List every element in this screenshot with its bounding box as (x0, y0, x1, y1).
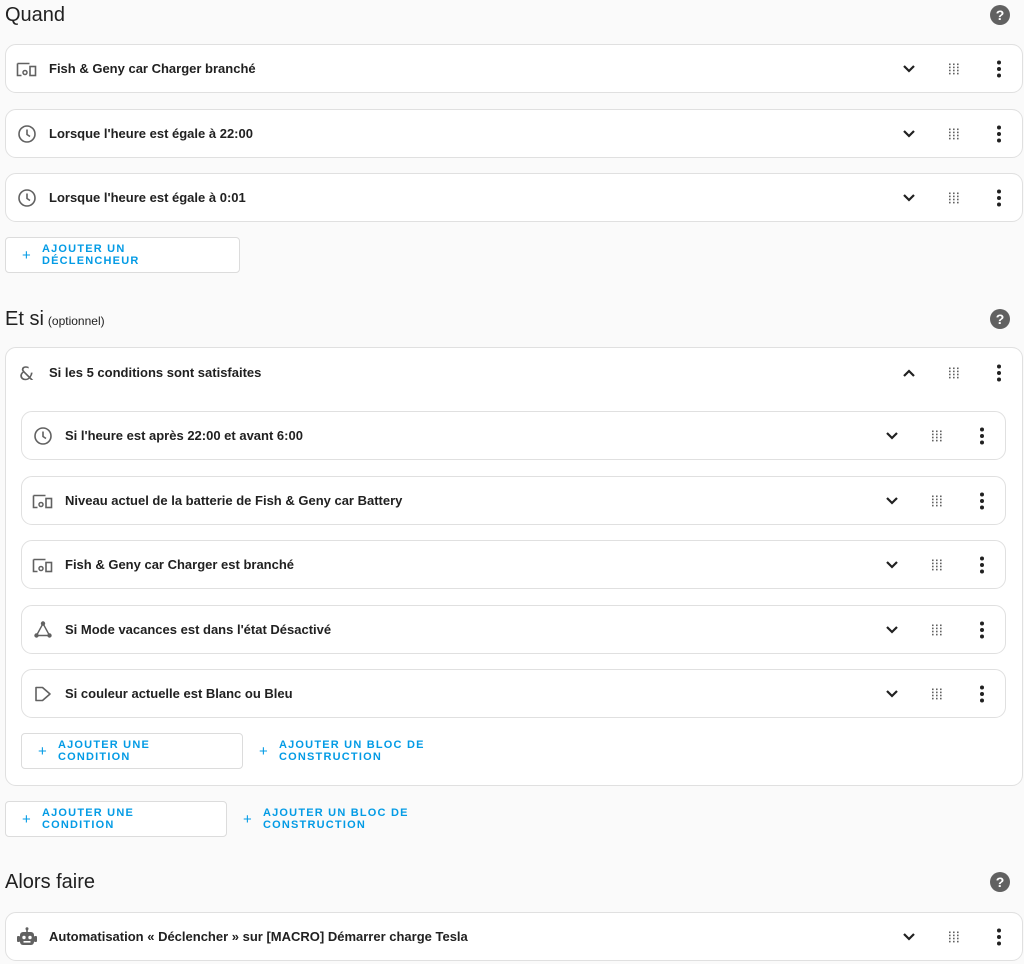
expand-chevron-icon[interactable] (894, 119, 924, 149)
condition-row[interactable]: Si Mode vacances est dans l'état Désacti… (21, 605, 1006, 654)
drag-handle-icon[interactable] (922, 550, 952, 580)
expand-chevron-icon[interactable] (877, 615, 907, 645)
drag-handle-icon[interactable] (922, 679, 952, 709)
drag-handle-icon[interactable] (939, 54, 969, 84)
device-icon (16, 58, 38, 80)
condition-row[interactable]: Si l'heure est après 22:00 et avant 6:00 (21, 411, 1006, 460)
optional-hint: (optionnel) (47, 313, 105, 328)
drag-handle-icon[interactable] (922, 486, 952, 516)
robot-icon (16, 926, 38, 948)
device-icon (32, 490, 54, 512)
condition-label: Niveau actuel de la batterie de Fish & G… (65, 493, 403, 508)
more-menu-icon[interactable] (967, 486, 997, 516)
add-nested-block-button[interactable]: + AJOUTER UN BLOC DE CONSTRUCTION (243, 733, 547, 769)
plus-icon: + (22, 810, 32, 828)
trigger-label: Lorsque l'heure est égale à 22:00 (49, 126, 253, 141)
condition-group-label: Si les 5 conditions sont satisfaites (49, 365, 262, 380)
conditions-title: Et si (optionnel) (5, 308, 105, 331)
more-menu-icon[interactable] (967, 679, 997, 709)
drag-handle-icon[interactable] (939, 183, 969, 213)
add-nested-condition-button[interactable]: + AJOUTER UNE CONDITION (21, 733, 243, 769)
add-trigger-label: AJOUTER UN DÉCLENCHEUR (41, 243, 140, 267)
triggers-header: Quand ? (5, 0, 1010, 30)
more-menu-icon[interactable] (967, 550, 997, 580)
plus-icon: + (243, 810, 253, 828)
condition-row[interactable]: Niveau actuel de la batterie de Fish & G… (21, 476, 1006, 525)
collapse-chevron-icon[interactable] (894, 358, 924, 388)
more-menu-icon[interactable] (984, 183, 1014, 213)
action-label: Automatisation « Déclencher » sur [MACRO… (49, 929, 468, 944)
plus-icon: + (259, 742, 269, 760)
more-menu-icon[interactable] (967, 421, 997, 451)
add-condition-label: AJOUTER UNE CONDITION (41, 807, 135, 831)
condition-label: Fish & Geny car Charger est branché (65, 557, 295, 572)
help-icon[interactable]: ? (990, 5, 1010, 25)
more-menu-icon[interactable] (984, 54, 1014, 84)
add-condition-button[interactable]: + AJOUTER UNE CONDITION (5, 801, 227, 837)
trigger-row[interactable]: Lorsque l'heure est égale à 0:01 (5, 173, 1023, 222)
plus-icon: + (38, 742, 48, 760)
state-icon (32, 619, 54, 641)
more-menu-icon[interactable] (984, 358, 1014, 388)
add-block-button[interactable]: + AJOUTER UN BLOC DE CONSTRUCTION (227, 801, 531, 837)
actions-header: Alors faire ? (5, 867, 1010, 897)
device-icon (32, 554, 54, 576)
condition-row[interactable]: Fish & Geny car Charger est branché (21, 540, 1006, 589)
expand-chevron-icon[interactable] (877, 679, 907, 709)
expand-chevron-icon[interactable] (894, 54, 924, 84)
drag-handle-icon[interactable] (922, 421, 952, 451)
condition-label: Si Mode vacances est dans l'état Désacti… (65, 622, 332, 637)
expand-chevron-icon[interactable] (877, 550, 907, 580)
add-nested-condition-label: AJOUTER UNE CONDITION (57, 739, 151, 763)
expand-chevron-icon[interactable] (894, 183, 924, 213)
condition-label: Si couleur actuelle est Blanc ou Bleu (65, 686, 293, 701)
condition-group-header[interactable]: & Si les 5 conditions sont satisfaites (6, 348, 1022, 397)
expand-chevron-icon[interactable] (877, 486, 907, 516)
more-menu-icon[interactable] (967, 615, 997, 645)
action-row[interactable]: Automatisation « Déclencher » sur [MACRO… (5, 912, 1023, 961)
trigger-row[interactable]: Lorsque l'heure est égale à 22:00 (5, 109, 1023, 158)
drag-handle-icon[interactable] (922, 615, 952, 645)
plus-icon: + (22, 246, 32, 264)
add-nested-block-label: AJOUTER UN BLOC DE CONSTRUCTION (278, 739, 425, 763)
trigger-label: Fish & Geny car Charger branché (49, 61, 256, 76)
conditions-header: Et si (optionnel) ? (5, 304, 1010, 334)
clock-icon (16, 123, 38, 145)
more-menu-icon[interactable] (984, 119, 1014, 149)
conditions-title-text: Et si (5, 307, 44, 330)
add-trigger-button[interactable]: + AJOUTER UN DÉCLENCHEUR (5, 237, 240, 273)
clock-icon (32, 425, 54, 447)
drag-handle-icon[interactable] (939, 119, 969, 149)
expand-chevron-icon[interactable] (894, 922, 924, 952)
expand-chevron-icon[interactable] (877, 421, 907, 451)
drag-handle-icon[interactable] (939, 358, 969, 388)
help-icon[interactable]: ? (990, 309, 1010, 329)
add-block-label: AJOUTER UN BLOC DE CONSTRUCTION (262, 807, 409, 831)
svg-text:&: & (19, 363, 34, 383)
drag-handle-icon[interactable] (939, 922, 969, 952)
more-menu-icon[interactable] (984, 922, 1014, 952)
help-icon[interactable]: ? (990, 872, 1010, 892)
template-icon (32, 683, 54, 705)
ampersand-icon: & (16, 362, 38, 384)
trigger-row[interactable]: Fish & Geny car Charger branché (5, 44, 1023, 93)
trigger-label: Lorsque l'heure est égale à 0:01 (49, 190, 246, 205)
condition-row[interactable]: Si couleur actuelle est Blanc ou Bleu (21, 669, 1006, 718)
actions-title: Alors faire (5, 870, 96, 893)
triggers-title: Quand (5, 3, 66, 26)
clock-icon (16, 187, 38, 209)
condition-label: Si l'heure est après 22:00 et avant 6:00 (65, 428, 303, 443)
